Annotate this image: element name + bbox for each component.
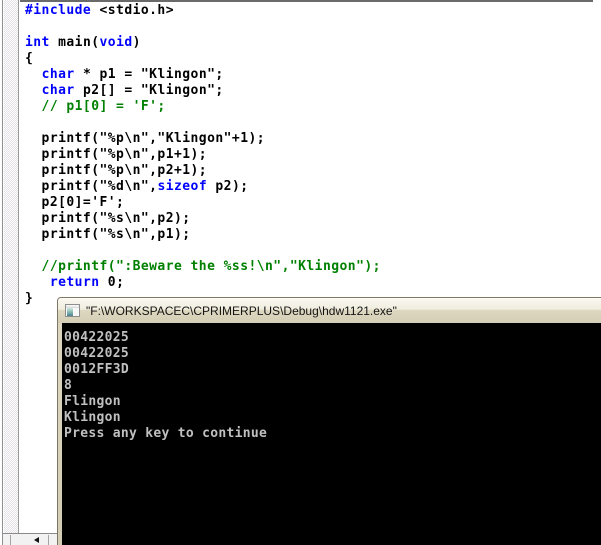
code-line: // p1[0] = 'F'; — [25, 99, 166, 114]
code-line: printf("%s\n",p2); — [25, 211, 191, 226]
console-window-icon-right-pane — [74, 308, 79, 316]
code-line: return 0; — [49, 275, 125, 290]
code-line: printf("%p\n","Klingon"+1); — [25, 131, 266, 146]
code-line: printf("%p\n",p2+1); — [25, 163, 208, 178]
horizontal-scrollbar[interactable] — [3, 533, 59, 545]
editor-left-border — [2, 0, 3, 545]
code-line: #include <stdio.h> — [25, 3, 174, 18]
code-line: printf("%d\n",sizeof p2); — [25, 179, 249, 194]
scroll-left-button[interactable] — [27, 535, 48, 545]
console-line: 8 — [64, 378, 73, 393]
editor-top-border — [20, 0, 593, 2]
code-line: { — [25, 51, 34, 66]
console-window-icon[interactable] — [65, 304, 80, 317]
console-output-area[interactable]: 00422025 00422025 0012FF3D 8 Flingon Klingon P… — [62, 323, 601, 545]
console-line: 00422025 — [64, 346, 130, 361]
console-line: Press any key to continue — [64, 426, 268, 441]
console-window-title: "F:\WORKSPACEC\CPRIMERPLUS\Debug\hdw1121… — [86, 303, 397, 318]
console-line: 0012FF3D — [64, 362, 130, 377]
console-line: Flingon — [64, 394, 121, 409]
code-line: //printf(":Beware the %ss!\n","Klingon")… — [25, 259, 381, 274]
console-window: "F:\WORKSPACEC\CPRIMERPLUS\Debug\hdw1121… — [57, 297, 601, 545]
code-line: printf("%p\n",p1+1); — [25, 147, 208, 162]
code-line: p2[0]='F'; — [25, 195, 125, 210]
console-line: 00422025 — [64, 330, 130, 345]
code-line: printf("%s\n",p1); — [25, 227, 191, 242]
console-window-icon-left-pane — [67, 308, 73, 316]
scrollbar-button-divider — [48, 535, 49, 545]
scroll-left-icon — [34, 537, 39, 543]
console-line: Klingon — [64, 410, 121, 425]
screenshot-stage: #include <stdio.h> int main(void){ char … — [0, 0, 601, 545]
editor-margin-divider — [18, 0, 19, 533]
console-titlebar[interactable]: "F:\WORKSPACEC\CPRIMERPLUS\Debug\hdw1121… — [58, 298, 601, 323]
scrollbar-splitter-divider — [10, 535, 11, 545]
code-line: char p2[] = "Klingon"; — [41, 83, 224, 98]
editor-selection-margin[interactable] — [4, 0, 18, 533]
console-output-text: 00422025 00422025 0012FF3D 8 Flingon Klingon P… — [62, 323, 601, 442]
code-line: int main(void) — [25, 35, 141, 50]
code-line: char * p1 = "Klingon"; — [41, 67, 224, 82]
